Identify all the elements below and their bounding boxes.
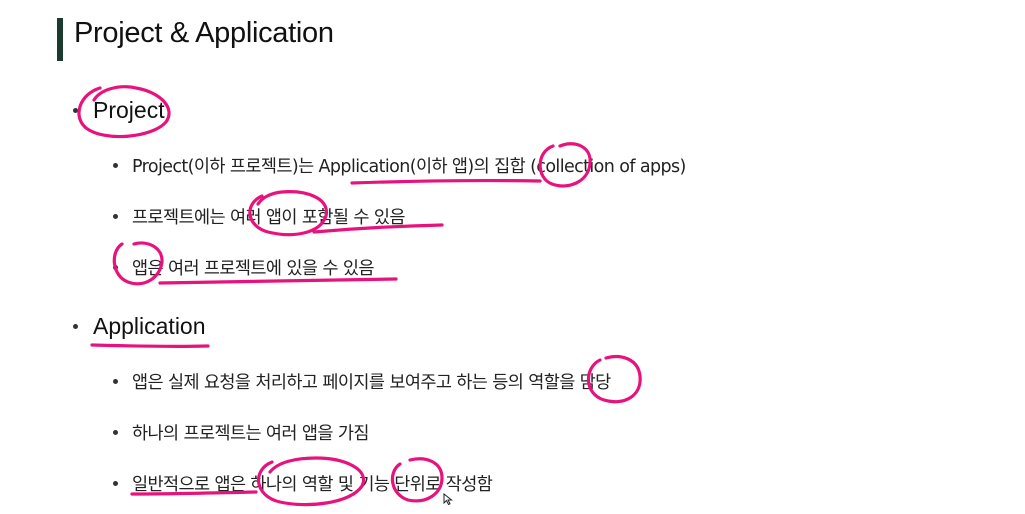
bullet-dot [113,214,118,219]
bullet-dot [73,324,78,329]
bullet-dot [113,265,118,270]
bullet-dot [113,430,118,435]
list-item-text: Project(이하 프로젝트)는 Application(이하 앱)의 집합 … [132,157,686,177]
slide-title: Project & Application [74,17,334,49]
list-item: 일반적으로 앱은 하나의 역할 및 기능 단위로 작성함 [113,471,493,496]
bullet-dot [113,481,118,486]
section-heading-label: Project [93,97,165,123]
bullet-dot [73,108,78,113]
list-item: 앱은 실제 요청을 처리하고 페이지를 보여주고 하는 등의 역할을 담당 [113,369,611,394]
list-item-text: 앱은 여러 프로젝트에 있을 수 있음 [132,259,374,279]
mouse-cursor-icon [443,493,453,505]
section-heading-label: Application [93,313,206,339]
list-item-text: 프로젝트에는 여러 앱이 포함될 수 있음 [132,208,405,228]
bullet-dot [113,379,118,384]
list-item: 앱은 여러 프로젝트에 있을 수 있음 [113,255,374,280]
list-item-text: 일반적으로 앱은 하나의 역할 및 기능 단위로 작성함 [132,475,493,495]
section-heading-project: Project [73,97,165,124]
list-item: Project(이하 프로젝트)는 Application(이하 앱)의 집합 … [113,153,686,178]
list-item-text: 하나의 프로젝트는 여러 앱을 가짐 [132,424,369,444]
bullet-dot [113,163,118,168]
annotation-underline [350,179,542,185]
list-item: 하나의 프로젝트는 여러 앱을 가짐 [113,420,369,445]
title-accent-bar [57,18,63,61]
list-item: 프로젝트에는 여러 앱이 포함될 수 있음 [113,204,405,229]
annotation-underline [90,343,210,349]
section-heading-application: Application [73,313,206,340]
list-item-text: 앱은 실제 요청을 처리하고 페이지를 보여주고 하는 등의 역할을 담당 [132,373,611,393]
